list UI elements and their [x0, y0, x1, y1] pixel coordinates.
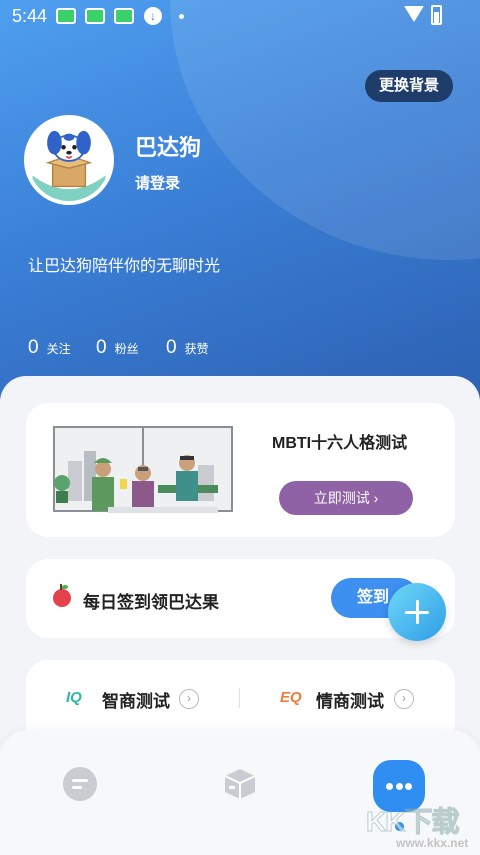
change-background-button[interactable]: 更换背景 [365, 70, 453, 102]
box-icon[interactable] [222, 766, 258, 802]
watermark-url: www.kkx.net [396, 836, 469, 850]
app-notification-icon [85, 8, 105, 24]
stat-label: 关注 [46, 341, 71, 356]
stat-following[interactable]: 0 关注 [28, 337, 71, 359]
stat-likes[interactable]: 0 获赞 [166, 337, 209, 359]
dot-icon [179, 14, 184, 19]
profile-motto: 让巴达狗陪伴你的无聊时光 [28, 258, 221, 275]
start-test-label: 立即测试 [313, 490, 370, 506]
decorative-arc [170, 0, 480, 260]
eq-test-item[interactable]: EQ 情商测试 › [280, 687, 450, 711]
download-icon: ↓ [144, 7, 162, 25]
mbti-title: MBTI十六人格测试 [272, 435, 408, 452]
chevron-right-icon: › [394, 689, 414, 709]
username: 巴达狗 [135, 135, 202, 160]
stat-label: 获赞 [184, 341, 209, 356]
stat-value: 0 [166, 337, 177, 358]
app-notification-icon [114, 8, 134, 24]
stat-value: 0 [96, 337, 107, 358]
profile-header [0, 0, 480, 420]
status-time: 5:44 [12, 6, 48, 26]
status-bar: 5:44 ↓ [0, 0, 480, 32]
stat-followers[interactable]: 0 粉丝 [96, 337, 139, 359]
login-link[interactable]: 请登录 [135, 172, 180, 193]
stat-label: 粉丝 [114, 341, 139, 356]
eq-test-label: 情商测试 [316, 692, 384, 711]
chevron-right-icon: › [373, 490, 379, 506]
app-notification-icon [56, 8, 76, 24]
iq-test-label: 智商测试 [102, 692, 170, 711]
dog-avatar-icon [28, 119, 110, 201]
watermark-logo: KK下载 [365, 806, 459, 838]
message-icon[interactable] [63, 767, 97, 801]
eq-icon: EQ [280, 689, 302, 706]
chevron-right-icon: › [179, 689, 199, 709]
apple-icon [53, 584, 71, 607]
mbti-card[interactable]: MBTI十六人格测试 立即测试 › [26, 403, 455, 537]
checkin-text: 每日签到领巴达果 [83, 593, 219, 612]
start-test-button[interactable]: 立即测试 › [279, 481, 413, 515]
watermark: KK下载 www.kkx.net [365, 800, 478, 852]
battery-icon [431, 5, 442, 25]
iq-test-item[interactable]: IQ 智商测试 › [66, 687, 236, 711]
add-floating-button[interactable] [388, 583, 446, 641]
mbti-illustration [53, 426, 233, 513]
wifi-icon [404, 6, 424, 22]
stat-value: 0 [28, 337, 39, 358]
avatar[interactable] [24, 115, 114, 205]
divider [239, 688, 240, 708]
iq-icon: IQ [66, 689, 82, 706]
